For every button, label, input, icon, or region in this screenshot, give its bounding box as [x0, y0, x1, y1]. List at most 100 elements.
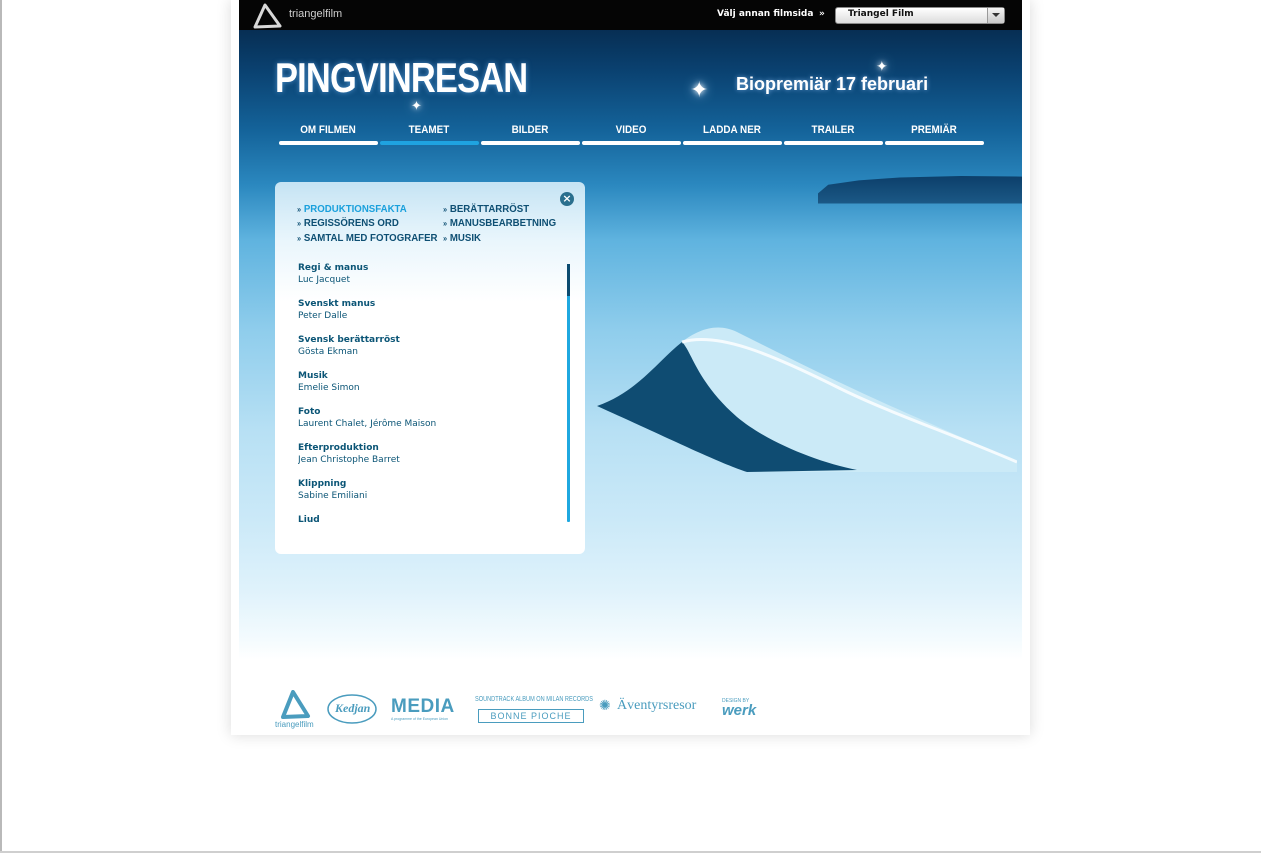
nav-label: VIDEO — [615, 124, 647, 136]
nav-underline — [885, 141, 984, 145]
credit-item: Efterproduktion Jean Christophe Barret — [298, 442, 558, 466]
credit-name: Sabine Emiliani — [298, 491, 368, 501]
top-bar: triangelfilm Välj annan filmsida » Trian… — [239, 0, 1022, 30]
nav-om-filmen[interactable]: OM FILMEN — [278, 122, 378, 148]
media-logo[interactable]: MEDIA A programme of the European Union — [391, 696, 461, 726]
main-nav: OM FILMEN TEAMET BILDER VIDEO LADDA NER … — [278, 122, 986, 148]
nav-underline-active — [380, 141, 479, 145]
werk-logo[interactable]: DESIGN BY werk — [722, 698, 772, 724]
nav-teamet[interactable]: TEAMET — [379, 122, 479, 148]
choose-film-label: Välj annan filmsida — [717, 9, 814, 19]
film-select-value: Triangel Film — [848, 9, 914, 19]
credit-role: Efterproduktion — [298, 443, 379, 453]
chevron-down-icon[interactable] — [987, 8, 1004, 23]
credit-role: Foto — [298, 407, 321, 417]
content-panel: × » PRODUKTIONSFAKTA » REGISSÖRENS ORD » SA… — [275, 182, 585, 554]
werk-text: werk — [722, 702, 757, 719]
soundtrack-logo[interactable]: SOUNDTRACK ALBUM ON MILAN RECORDS BONNE … — [475, 696, 593, 726]
site-container: triangelfilm Välj annan filmsida » Trian… — [239, 0, 1022, 730]
credit-item: Svensk berättarröst Gösta Ekman — [298, 334, 558, 358]
submenu-regissorens-ord[interactable]: » REGISSÖRENS ORD — [297, 217, 399, 229]
ice-cliff — [818, 176, 1022, 204]
media-subtext: A programme of the European Union — [391, 717, 449, 721]
nav-video[interactable]: VIDEO — [581, 122, 681, 148]
submenu-label: MANUSBEARBETNING — [449, 217, 557, 229]
nav-label: TRAILER — [811, 124, 855, 136]
choose-arrow-icon: » — [819, 9, 825, 19]
nav-underline — [784, 141, 883, 145]
aventyrsresor-text: Äventyrsresor — [617, 698, 697, 713]
credit-item: Musik Emelie Simon — [298, 370, 558, 394]
triangelfilm-logo-link[interactable] — [253, 3, 283, 33]
page-title: PINGVINRESAN — [275, 54, 528, 101]
footer-logos: triangelfilm Kedjan MEDIA A programme of… — [275, 688, 795, 730]
triangelfilm-footer-logo[interactable]: triangelfilm — [275, 690, 319, 730]
kedjan-text: Kedjan — [335, 701, 371, 715]
credit-item: Klippning Sabine Emiliani — [298, 478, 558, 502]
double-chevron-icon: » — [443, 234, 448, 243]
nav-premiar[interactable]: PREMIÄR — [884, 122, 984, 148]
nav-trailer[interactable]: TRAILER — [783, 122, 883, 148]
credit-role: Ljud — [298, 515, 320, 522]
credit-item: Ljud — [298, 514, 558, 522]
kedjan-logo[interactable]: Kedjan — [327, 694, 377, 724]
submenu-label: BERÄTTARRÖST — [449, 203, 530, 215]
credit-role: Svensk berättarröst — [298, 335, 400, 345]
credit-name: Jean Christophe Barret — [298, 455, 400, 465]
nav-underline — [279, 141, 378, 145]
credit-name: Gösta Ekman — [298, 347, 358, 357]
soundtrack-text: SOUNDTRACK ALBUM ON MILAN RECORDS — [475, 696, 593, 703]
bonnepioche-text: BONNE PIOCHE — [478, 709, 584, 723]
close-icon[interactable]: × — [560, 192, 574, 206]
credit-role: Klippning — [298, 479, 347, 489]
submenu-samtal-med-fotografer[interactable]: » SAMTAL MED FOTOGRAFER — [297, 232, 437, 244]
double-chevron-icon: » — [297, 205, 302, 214]
double-chevron-icon: » — [297, 234, 302, 243]
credit-name: Laurent Chalet, Jérôme Maison — [298, 419, 437, 429]
submenu-berattarrost[interactable]: » BERÄTTARRÖST — [443, 203, 529, 215]
topbar-logo-text: triangelfilm — [289, 8, 343, 20]
submenu-manusbearbetning[interactable]: » MANUSBEARBETNING — [443, 217, 556, 229]
nav-underline — [683, 141, 782, 145]
nav-label: PREMIÄR — [911, 124, 957, 136]
credit-role: Regi & manus — [298, 263, 369, 273]
credit-name: Luc Jacquet — [298, 275, 350, 285]
scrollbar-track[interactable] — [567, 264, 570, 522]
credits-list: Regi & manus Luc Jacquet Svenskt manus Pet… — [298, 262, 558, 522]
nav-underline — [582, 141, 681, 145]
aventyrsresor-logo[interactable]: ✺ Äventyrsresor — [599, 698, 711, 720]
submenu-label: REGISSÖRENS ORD — [303, 217, 399, 229]
submenu-label: SAMTAL MED FOTOGRAFER — [303, 232, 438, 244]
credit-item: Regi & manus Luc Jacquet — [298, 262, 558, 286]
credit-role: Musik — [298, 371, 328, 381]
nav-ladda-ner[interactable]: LADDA NER — [682, 122, 782, 148]
double-chevron-icon: » — [443, 219, 448, 228]
credit-name: Emelie Simon — [298, 383, 360, 393]
submenu-label: PRODUKTIONSFAKTA — [303, 203, 407, 215]
credit-item: Foto Laurent Chalet, Jérôme Maison — [298, 406, 558, 430]
scrollbar-thumb[interactable] — [567, 264, 570, 296]
double-chevron-icon: » — [297, 219, 302, 228]
nav-bilder[interactable]: BILDER — [480, 122, 580, 148]
submenu-label: MUSIK — [449, 232, 481, 244]
credit-role: Svenskt manus — [298, 299, 376, 309]
triangle-logo-icon — [253, 3, 282, 29]
credit-item: Svenskt manus Peter Dalle — [298, 298, 558, 322]
premiere-date: Biopremiär 17 februari — [736, 74, 929, 94]
double-chevron-icon: » — [443, 205, 448, 214]
nav-label: BILDER — [511, 124, 549, 136]
media-text: MEDIA — [391, 696, 455, 717]
submenu-musik[interactable]: » MUSIK — [443, 232, 481, 244]
film-select[interactable]: Triangel Film — [835, 7, 1005, 24]
nav-label: OM FILMEN — [300, 124, 356, 136]
nav-label: TEAMET — [408, 124, 450, 136]
submenu-produktionsfakta[interactable]: » PRODUKTIONSFAKTA — [297, 203, 407, 215]
credit-name: Peter Dalle — [298, 311, 348, 321]
nav-underline — [481, 141, 580, 145]
triangle-logo-icon — [281, 690, 310, 719]
snow-drift — [597, 327, 1017, 472]
nav-label: LADDA NER — [703, 124, 761, 136]
sun-icon: ✺ — [599, 698, 611, 714]
window-border-left — [0, 0, 2, 853]
sparkle-icon: ✦ — [690, 78, 709, 103]
